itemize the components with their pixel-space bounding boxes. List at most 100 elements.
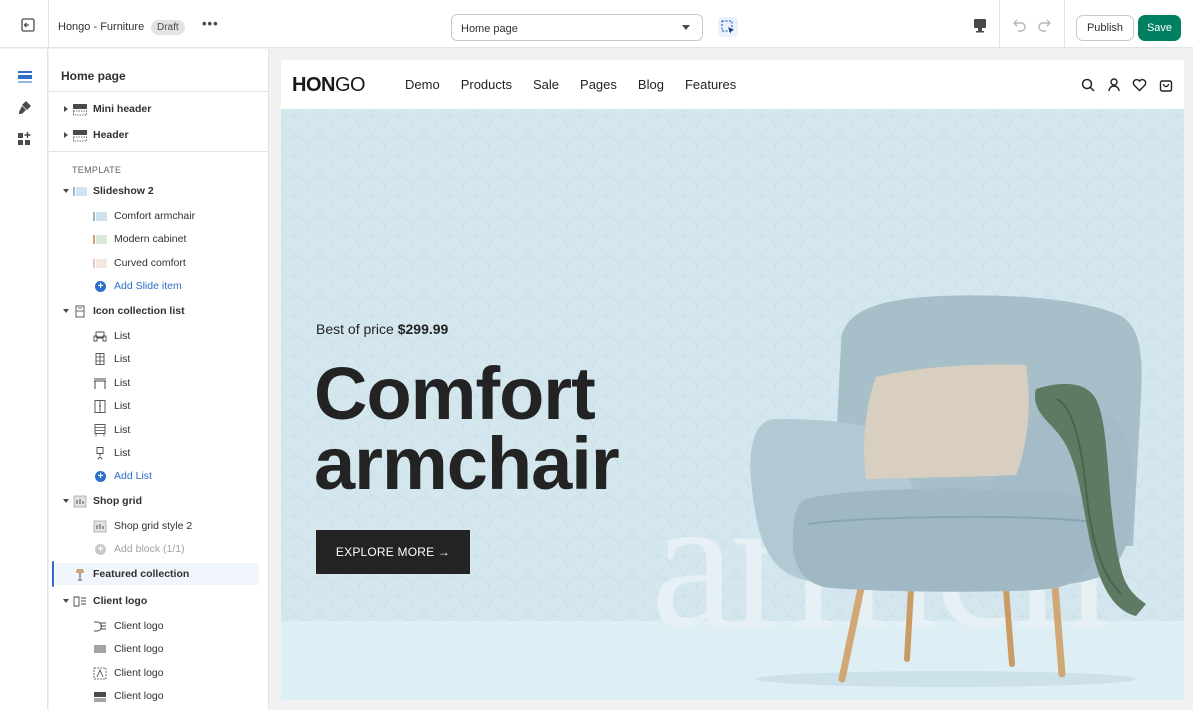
section-label: Shop grid (93, 495, 142, 507)
section-label: Mini header (93, 103, 152, 115)
nav-item-products[interactable]: Products (461, 77, 512, 92)
table-icon (94, 378, 106, 389)
site-header: HONGO Demo Products Sale Pages Blog Feat… (281, 60, 1184, 109)
exit-icon (21, 18, 35, 32)
divider (1064, 0, 1065, 48)
block-row[interactable]: Client logo (49, 685, 268, 707)
client-logo-icon (73, 596, 86, 606)
section-label: Featured collection (93, 568, 190, 580)
section-row-slideshow[interactable]: Slideshow 2 (49, 180, 268, 202)
header-icons (1079, 76, 1174, 93)
theme-settings-tab-button[interactable] (14, 96, 36, 118)
block-row[interactable]: Curved comfort (49, 252, 268, 274)
slide-thumbnail-icon (93, 258, 107, 268)
main-nav: Demo Products Sale Pages Blog Features (405, 77, 757, 92)
section-label: Client logo (93, 595, 148, 607)
undo-icon (1013, 19, 1026, 32)
selection-indicator (52, 561, 54, 587)
caret-down-icon (63, 309, 69, 313)
template-group-label: TEMPLATE (72, 165, 122, 175)
divider (49, 91, 268, 92)
divider (999, 0, 1000, 48)
section-row-mini-header[interactable]: Mini header (49, 98, 268, 120)
app-embeds-tab-button[interactable] (14, 128, 36, 150)
paint-brush-icon (19, 101, 31, 114)
block-row[interactable]: List (49, 395, 268, 417)
account-icon[interactable] (1105, 76, 1122, 93)
section-row-featured-collection[interactable]: Featured collection (56, 563, 259, 585)
site-logo[interactable]: HONGO (292, 74, 366, 97)
add-slide-item-button[interactable]: + Add Slide item (49, 275, 268, 297)
caret-right-icon (64, 132, 68, 138)
block-label: List (114, 377, 131, 389)
page-selector[interactable]: Home page (451, 14, 703, 41)
block-row[interactable]: Modern cabinet (49, 228, 268, 250)
block-row[interactable]: List (49, 419, 268, 441)
publish-button[interactable]: Publish (1076, 15, 1134, 41)
add-label: Add Slide item (114, 280, 182, 292)
search-icon[interactable] (1079, 76, 1096, 93)
nav-item-blog[interactable]: Blog (638, 77, 664, 92)
exit-editor-button[interactable] (16, 14, 40, 36)
left-rail (0, 49, 48, 710)
inspector-toggle-button[interactable] (718, 17, 738, 37)
block-row[interactable]: Shop grid style 2 (49, 515, 268, 537)
store-name: Hongo - Furniture (58, 21, 145, 33)
sections-tab-button[interactable] (14, 66, 36, 88)
sections-icon (18, 71, 32, 83)
client-logo-icon (94, 621, 106, 631)
logo-bold-text: HON (292, 74, 335, 96)
logo-light-text: GO (334, 74, 366, 96)
block-label: Curved comfort (114, 257, 186, 269)
hero-slideshow: armch Best of price $299.99 Comfort armc… (281, 109, 1184, 700)
section-label: Icon collection list (93, 305, 185, 317)
more-actions-button[interactable]: ••• (202, 16, 219, 31)
section-row-shop-grid[interactable]: Shop grid (49, 490, 268, 512)
desktop-view-button[interactable] (969, 16, 991, 36)
client-logo-icon (94, 691, 106, 701)
lamp-icon (96, 446, 104, 460)
nav-item-demo[interactable]: Demo (405, 77, 440, 92)
header-section-icon (73, 103, 87, 115)
block-label: Client logo (114, 643, 164, 655)
slide-thumbnail-icon (93, 211, 107, 221)
save-button[interactable]: Save (1138, 15, 1181, 41)
section-row-icon-collection[interactable]: Icon collection list (49, 300, 268, 322)
explore-more-button[interactable]: EXPLORE MORE → (316, 530, 470, 574)
client-logo-icon (94, 645, 106, 652)
section-row-header[interactable]: Header (49, 124, 268, 146)
select-element-icon (721, 20, 734, 34)
lamp-product-icon (76, 568, 84, 580)
price-prefix: Best of price (316, 321, 394, 337)
section-row-client-logo[interactable]: Client logo (49, 590, 268, 612)
nav-item-pages[interactable]: Pages (580, 77, 617, 92)
cabinet-icon (94, 399, 106, 413)
block-row[interactable]: List (49, 442, 268, 464)
editor-top-bar: Hongo - Furniture Draft ••• Home page Pu… (0, 0, 1193, 48)
block-row[interactable]: Client logo (49, 638, 268, 660)
wishlist-heart-icon[interactable] (1131, 76, 1148, 93)
page-selector-value: Home page (461, 23, 518, 35)
add-list-button[interactable]: + Add List (49, 465, 268, 487)
undo-button[interactable] (1010, 16, 1028, 34)
block-row[interactable]: List (49, 325, 268, 347)
add-label: Add block (1/1) (114, 543, 185, 555)
block-row[interactable]: Client logo (49, 662, 268, 684)
header-section-icon (73, 129, 87, 141)
redo-button[interactable] (1036, 16, 1054, 34)
block-row[interactable]: Comfort armchair (49, 205, 268, 227)
add-circle-icon: + (95, 470, 106, 482)
block-row[interactable]: Client logo (49, 615, 268, 637)
dresser-icon (94, 423, 106, 436)
caret-down-icon (63, 599, 69, 603)
block-label: List (114, 447, 131, 459)
nav-item-sale[interactable]: Sale (533, 77, 559, 92)
hero-title-line2: armchair (314, 422, 620, 505)
block-row[interactable]: List (49, 372, 268, 394)
block-label: Client logo (114, 667, 164, 679)
block-label: List (114, 424, 131, 436)
nav-item-features[interactable]: Features (685, 77, 736, 92)
add-block-button[interactable]: + Add block (1/1) (49, 538, 268, 560)
block-row[interactable]: List (49, 348, 268, 370)
cart-bag-icon[interactable] (1157, 76, 1174, 93)
